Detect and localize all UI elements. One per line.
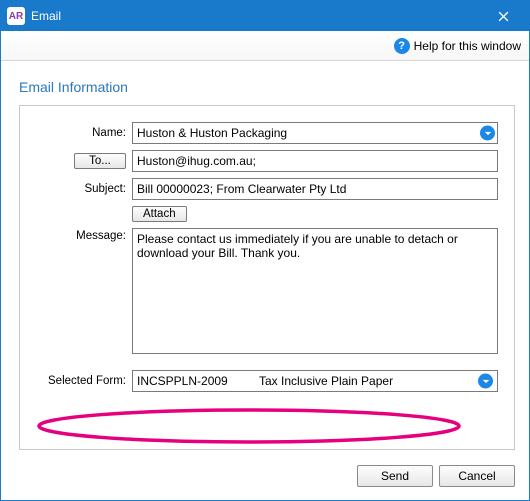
form-panel: Name: To... xyxy=(19,105,515,450)
cancel-button[interactable]: Cancel xyxy=(439,465,515,487)
close-icon xyxy=(498,11,509,22)
row-message: Message: xyxy=(36,228,498,354)
label-name: Name: xyxy=(36,127,132,139)
row-selected-form: Selected Form: xyxy=(36,370,498,392)
row-attach: Attach xyxy=(36,206,498,222)
selected-form-dropdown-button[interactable] xyxy=(478,374,493,389)
selected-form-desc[interactable] xyxy=(243,371,497,391)
send-button[interactable]: Send xyxy=(357,465,433,487)
name-combo[interactable] xyxy=(132,122,498,144)
help-label: Help for this window xyxy=(414,39,521,53)
help-link[interactable]: ? Help for this window xyxy=(394,38,521,54)
help-icon: ? xyxy=(394,38,410,54)
message-textarea[interactable] xyxy=(132,228,498,354)
toolbar: ? Help for this window xyxy=(1,31,529,61)
close-button[interactable] xyxy=(483,1,523,31)
row-subject: Subject: xyxy=(36,178,498,200)
app-icon: AR xyxy=(7,7,25,25)
chevron-down-icon xyxy=(484,129,492,137)
window-title: Email xyxy=(31,9,483,23)
label-subject: Subject: xyxy=(36,183,132,195)
attach-button[interactable]: Attach xyxy=(132,206,187,222)
subject-input[interactable] xyxy=(132,178,498,200)
annotation-ellipse xyxy=(34,407,464,445)
selected-form-combo[interactable] xyxy=(132,370,498,392)
to-button[interactable]: To... xyxy=(74,153,126,169)
name-dropdown-button[interactable] xyxy=(480,126,495,141)
row-to: To... xyxy=(36,150,498,172)
name-input[interactable] xyxy=(132,122,498,144)
email-window: AR Email ? Help for this window Email In… xyxy=(0,0,530,501)
titlebar: AR Email xyxy=(1,1,529,31)
to-input[interactable] xyxy=(132,150,498,172)
section-title: Email Information xyxy=(19,79,515,95)
selected-form-code[interactable] xyxy=(133,371,243,391)
label-selected-form: Selected Form: xyxy=(36,375,132,387)
content-area: Email Information Name: To... xyxy=(1,61,529,460)
row-name: Name: xyxy=(36,122,498,144)
chevron-down-icon xyxy=(482,377,490,385)
footer: Send Cancel xyxy=(1,460,529,500)
label-message: Message: xyxy=(36,228,132,242)
